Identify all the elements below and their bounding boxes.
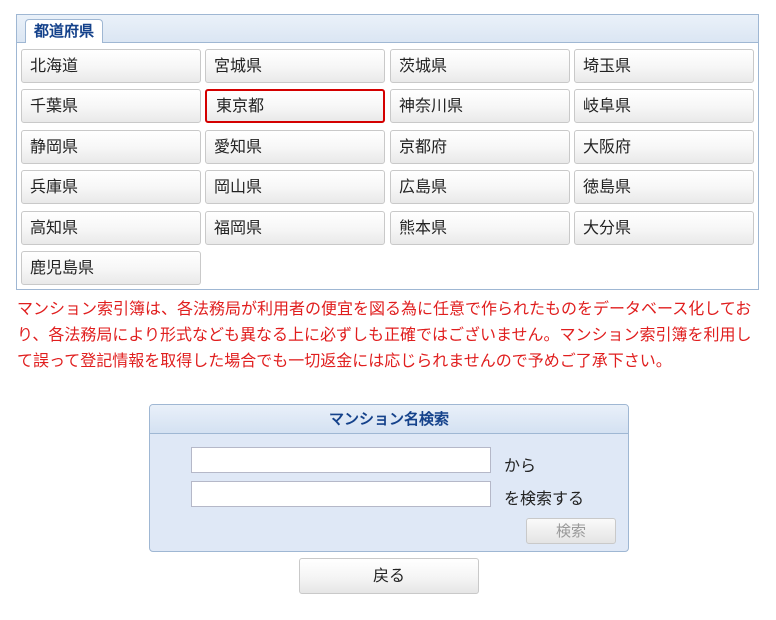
prefecture-button[interactable]: 熊本県 [390,211,570,245]
prefecture-button[interactable]: 徳島県 [574,170,754,204]
prefecture-button[interactable]: 茨城県 [390,49,570,83]
prefecture-button[interactable]: 神奈川県 [390,89,570,123]
prefecture-button[interactable]: 広島県 [390,170,570,204]
mansion-name-from-input[interactable] [191,447,491,473]
prefecture-button[interactable]: 静岡県 [21,130,201,164]
prefecture-button[interactable]: 千葉県 [21,89,201,123]
mansion-search-panel: マンション名検索 から を検索する 検索 [149,404,629,552]
prefecture-button[interactable]: 埼玉県 [574,49,754,83]
prefecture-button[interactable]: 福岡県 [205,211,385,245]
prefecture-panel-header: 都道府県 [17,15,758,43]
prefecture-button[interactable]: 鹿児島県 [21,251,201,285]
prefecture-button[interactable]: 高知県 [21,211,201,245]
prefecture-button[interactable]: 愛知県 [205,130,385,164]
search-button[interactable]: 検索 [526,518,616,544]
prefecture-button[interactable]: 大阪府 [574,130,754,164]
prefecture-button[interactable]: 京都府 [390,130,570,164]
prefecture-button[interactable]: 大分県 [574,211,754,245]
prefecture-button[interactable]: 宮城県 [205,49,385,83]
from-suffix-label: から [504,456,537,475]
prefecture-button[interactable]: 岐阜県 [574,89,754,123]
mansion-name-search-input[interactable] [191,481,491,507]
search-suffix-label: を検索する [504,489,585,508]
prefecture-panel: 都道府県 北海道 宮城県 茨城県 埼玉県 千葉県 東京都 神奈川県 岐阜県 静岡県 愛知県 京都府大… [16,14,759,290]
prefecture-tab[interactable]: 都道府県 [25,19,104,43]
prefecture-button[interactable]: 東京都 [205,89,385,123]
prefecture-button[interactable]: 岡山県 [205,170,385,204]
search-panel-title: マンション名検索 [150,405,628,434]
disclaimer-notice: マンション索引簿は、各法務局が利用者の便宜を図る為に任意で作られたものをデータベ… [17,299,752,370]
prefecture-button[interactable]: 北海道 [21,49,201,83]
prefecture-button[interactable]: 兵庫県 [21,170,201,204]
back-button[interactable]: 戻る [299,558,479,594]
